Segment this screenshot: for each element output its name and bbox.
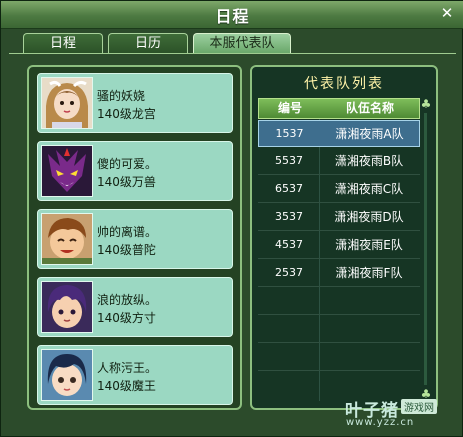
player-card[interactable]: 骚的妖娆 140级龙宫: [37, 73, 233, 133]
player-card[interactable]: 人称污王。 140级魔王: [37, 345, 233, 405]
team-id: 3537: [275, 210, 303, 223]
player-panel: 骚的妖娆 140级龙宫 傻的可爱。 140级万兽 帅的离谱。 140级普陀 浪的…: [27, 65, 242, 410]
team-id: 4537: [275, 238, 303, 251]
site-watermark: 叶子猪 游戏网 www.yzz.cn: [345, 395, 455, 435]
scroll-track[interactable]: [424, 113, 427, 385]
purple-hair-boy-avatar: [41, 281, 93, 333]
team-name: 潇湘夜雨D队: [334, 210, 404, 224]
player-name: 傻的可爱。: [97, 157, 158, 171]
player-level: 140级万兽: [97, 175, 156, 189]
team-id: 5537: [275, 154, 303, 167]
table-row[interactable]: 5537 潇湘夜雨B队: [258, 148, 420, 175]
tab-schedule[interactable]: 日程: [23, 33, 103, 53]
scrollbar[interactable]: ♣ ♣: [420, 98, 432, 402]
player-name: 骚的妖娆: [97, 89, 146, 103]
player-name: 浪的放纵。: [97, 293, 158, 307]
player-name: 人称污王。: [97, 361, 158, 375]
team-name: 潇湘夜雨E队: [335, 238, 403, 252]
team-list-title: 代表队列表: [304, 76, 384, 92]
watermark-badge: 游戏网: [401, 399, 437, 414]
scroll-up-icon[interactable]: ♣: [420, 98, 432, 111]
team-id: 2537: [275, 266, 303, 279]
watermark-url: www.yzz.cn: [346, 417, 415, 428]
player-level: 140级方寸: [97, 311, 156, 325]
header-team-name: 队伍名称: [345, 101, 394, 115]
table-row[interactable]: 4537 潇湘夜雨E队: [258, 232, 420, 259]
table-row[interactable]: 1537 潇湘夜雨A队: [258, 120, 420, 147]
dark-hair-girl-avatar: [41, 349, 93, 401]
team-name: 潇湘夜雨B队: [334, 154, 404, 168]
team-id: 6537: [275, 182, 303, 195]
player-level: 140级魔王: [97, 379, 156, 393]
title-bar[interactable]: 日程 ✕: [1, 1, 463, 29]
team-list-header: 编号 队伍名称: [258, 98, 420, 119]
tab-calendar[interactable]: 日历: [108, 33, 188, 53]
tab-server-team[interactable]: 本服代表队: [193, 33, 291, 53]
female-hero-avatar: [41, 77, 93, 129]
table-row: [258, 316, 420, 343]
table-row[interactable]: 6537 潇湘夜雨C队: [258, 176, 420, 203]
demon-beast-avatar: [41, 145, 93, 197]
team-name: 潇湘夜雨F队: [335, 266, 403, 280]
table-row[interactable]: 2537 潇湘夜雨F队: [258, 260, 420, 287]
schedule-window: 日程 ✕ 日程 日历 本服代表队 骚的妖娆 140级龙宫 傻的可爱。 140级万…: [0, 0, 463, 437]
table-row: [258, 288, 420, 315]
player-card[interactable]: 帅的离谱。 140级普陀: [37, 209, 233, 269]
table-row[interactable]: 3537 潇湘夜雨D队: [258, 204, 420, 231]
header-id: 编号: [277, 101, 302, 115]
team-list-panel: 代表队列表 编号 队伍名称 1537 潇湘夜雨A队 5537 潇湘夜雨B队 65…: [250, 65, 438, 410]
player-level: 140级普陀: [97, 243, 156, 257]
player-level: 140级龙宫: [97, 107, 156, 121]
brown-hair-boy-avatar: [41, 213, 93, 265]
team-name: 潇湘夜雨A队: [335, 127, 404, 141]
team-id: 1537: [275, 127, 304, 140]
close-icon[interactable]: ✕: [439, 5, 455, 21]
tab-divider: [9, 53, 456, 54]
player-name: 帅的离谱。: [97, 225, 158, 239]
table-row: [258, 344, 420, 371]
team-name: 潇湘夜雨C队: [334, 182, 404, 196]
player-card[interactable]: 浪的放纵。 140级方寸: [37, 277, 233, 337]
window-title: 日程: [215, 7, 250, 26]
player-card[interactable]: 傻的可爱。 140级万兽: [37, 141, 233, 201]
